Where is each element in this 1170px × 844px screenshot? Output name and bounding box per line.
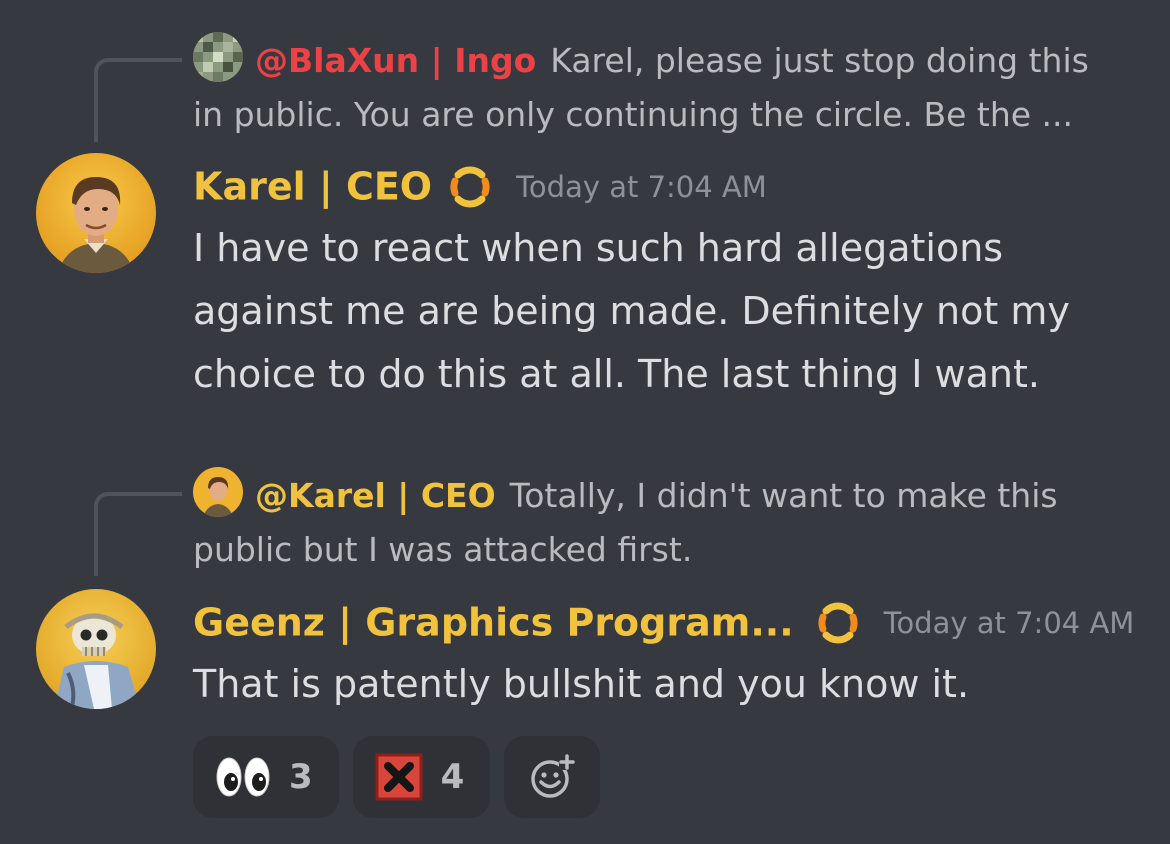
- add-reaction-icon: [531, 754, 576, 798]
- message-header: Karel | CEO Today at 7:04 AM: [193, 156, 767, 216]
- add-reaction-button[interactable]: [504, 736, 601, 818]
- reply-author-name[interactable]: @BlaXun | Ingo: [255, 41, 536, 80]
- message-content: I have to react when such hard allegatio…: [193, 226, 1070, 396]
- reply-text-line2: public but I was attacked first.: [193, 530, 693, 569]
- reply-connector: [94, 58, 182, 142]
- community-role-icon[interactable]: [814, 599, 862, 647]
- timestamp[interactable]: Today at 7:04 AM: [884, 606, 1135, 640]
- author-name[interactable]: Geenz | Graphics Program...: [193, 601, 794, 645]
- portrait-avatar-icon: [36, 153, 156, 273]
- reply-author-name[interactable]: @Karel | CEO: [255, 476, 496, 515]
- reply-preview[interactable]: @BlaXun | Ingo Karel, please just stop do…: [193, 32, 1133, 142]
- reply-avatar-blaxun[interactable]: [193, 32, 243, 82]
- reactions-bar: 3 4: [193, 736, 601, 818]
- portrait-avatar-icon: [193, 467, 243, 517]
- community-role-icon[interactable]: [446, 163, 494, 211]
- x-emoji-icon: [375, 753, 423, 801]
- reaction-x[interactable]: 4: [352, 736, 491, 818]
- reaction-count: 4: [440, 757, 465, 797]
- reply-text-line1: Totally, I didn't want to make this: [509, 476, 1058, 515]
- skeleton-avatar-icon: [36, 589, 156, 709]
- reply-avatar-karel[interactable]: [193, 467, 243, 517]
- reply-preview[interactable]: @Karel | CEO Totally, I didn't want to ma…: [193, 467, 1133, 577]
- eyes-emoji-icon: [216, 757, 270, 797]
- reaction-count: 3: [289, 757, 313, 797]
- timestamp[interactable]: Today at 7:04 AM: [516, 170, 767, 204]
- reaction-eyes[interactable]: 3: [193, 736, 339, 818]
- pixel-avatar-icon: [193, 32, 243, 82]
- reply-text-line1: Karel, please just stop doing this: [550, 41, 1089, 80]
- avatar-karel[interactable]: [36, 153, 156, 273]
- reply-connector: [94, 492, 182, 576]
- message-header: Geenz | Graphics Program... Today at 7:0…: [193, 592, 1134, 652]
- message-content: That is patently bullshit and you know i…: [193, 662, 970, 706]
- author-name[interactable]: Karel | CEO: [193, 165, 432, 209]
- reply-text-line2: in public. You are only continuing the c…: [193, 95, 1074, 134]
- avatar-geenz[interactable]: [36, 589, 156, 709]
